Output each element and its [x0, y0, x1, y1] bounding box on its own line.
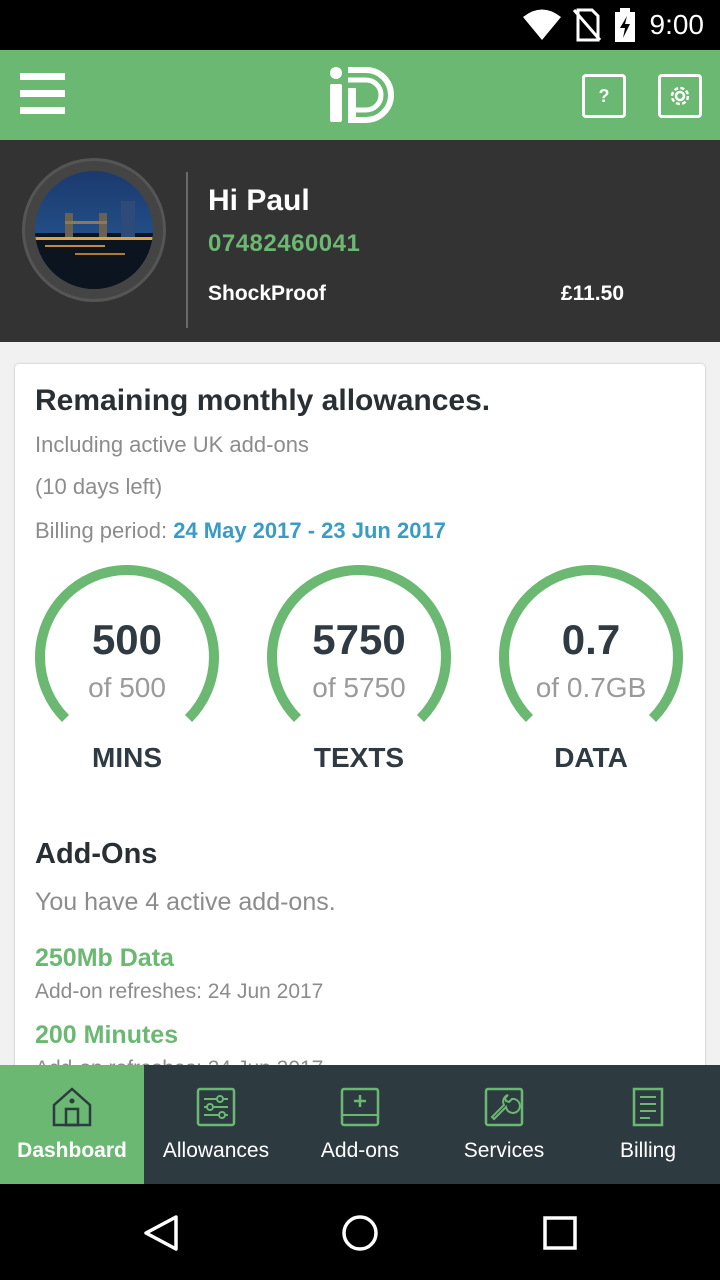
nav-label: Services: [463, 1139, 545, 1162]
nav-addons[interactable]: Add-ons: [288, 1065, 432, 1184]
avatar: [35, 171, 153, 289]
nav-billing[interactable]: Billing: [576, 1065, 720, 1184]
help-button[interactable]: ?: [582, 74, 626, 118]
nav-allowances[interactable]: Allowances: [144, 1065, 288, 1184]
gauge-texts[interactable]: 5750 of 5750 TEXTS: [264, 564, 454, 776]
system-nav-bar: [0, 1184, 720, 1280]
nav-label: Allowances: [162, 1139, 270, 1162]
nav-label: Add-ons: [320, 1139, 400, 1162]
gauge-total: of 500: [88, 672, 166, 703]
avatar-frame[interactable]: [22, 158, 166, 302]
menu-icon[interactable]: [20, 73, 65, 117]
addon-name[interactable]: 200 Minutes: [35, 1021, 178, 1050]
allowances-subtitle: Including active UK add-ons: [35, 432, 309, 457]
wifi-icon: [523, 9, 561, 40]
app-bar: ?: [0, 50, 720, 140]
gauge-value: 0.7: [561, 616, 621, 663]
greeting: Hi Paul: [208, 184, 310, 217]
sliders-icon: [196, 1087, 236, 1127]
add-card-icon: [340, 1087, 380, 1127]
allowances-title: Remaining monthly allowances.: [35, 384, 491, 417]
settings-button[interactable]: [658, 74, 702, 118]
gauge-data[interactable]: 0.7 of 0.7GB DATA: [496, 564, 686, 776]
plan-name: ShockProof: [208, 282, 326, 305]
bottom-nav: Dashboard Allowances Add-ons Services Bi…: [0, 1065, 720, 1184]
nav-label: Dashboard: [17, 1139, 127, 1162]
gauge-total: of 0.7GB: [535, 672, 647, 703]
back-icon[interactable]: [142, 1214, 180, 1252]
profile-divider: [186, 172, 188, 328]
addon-name[interactable]: 250Mb Data: [35, 944, 174, 973]
billing-period-range: 24 May 2017 - 23 Jun 2017: [173, 518, 446, 543]
battery-charging-icon: [615, 8, 635, 42]
gear-icon: [670, 86, 690, 106]
home-circle-icon[interactable]: [341, 1214, 379, 1252]
clock: 9:00: [649, 9, 705, 40]
gauge-total: of 5750: [312, 672, 406, 703]
gauge-label: DATA: [554, 742, 628, 773]
billing-period-label: Billing period:: [35, 518, 174, 543]
nav-services[interactable]: Services: [432, 1065, 576, 1184]
gauge-value: 5750: [312, 616, 406, 663]
billing-period: Billing period: 24 May 2017 - 23 Jun 201…: [35, 518, 446, 544]
recents-icon[interactable]: [543, 1216, 577, 1250]
balance: £11.50: [560, 282, 624, 305]
no-sim-icon: [572, 8, 602, 42]
id-logo: [330, 67, 394, 123]
days-left: (10 days left): [35, 474, 163, 499]
gauge-mins[interactable]: 500 of 500 MINS: [32, 564, 222, 776]
addons-title: Add-Ons: [35, 838, 158, 870]
status-bar: 9:00: [0, 0, 720, 50]
gauge-label: MINS: [92, 742, 162, 773]
gauge-label: TEXTS: [313, 742, 405, 773]
wrench-icon: [484, 1087, 524, 1127]
nav-label: Billing: [619, 1139, 677, 1162]
phone-number: 07482460041: [208, 230, 361, 257]
gauge-value: 500: [91, 616, 163, 663]
allowances-card: Remaining monthly allowances. Including …: [15, 364, 705, 1084]
nav-dashboard[interactable]: Dashboard: [0, 1065, 144, 1184]
addons-summary: You have 4 active add-ons.: [35, 888, 336, 916]
profile-header: Hi Paul 07482460041 ShockProof £11.50: [0, 140, 720, 342]
addon-refresh: Add-on refreshes: 24 Jun 2017: [35, 980, 324, 1003]
receipt-icon: [632, 1087, 664, 1127]
home-icon: [52, 1087, 92, 1127]
